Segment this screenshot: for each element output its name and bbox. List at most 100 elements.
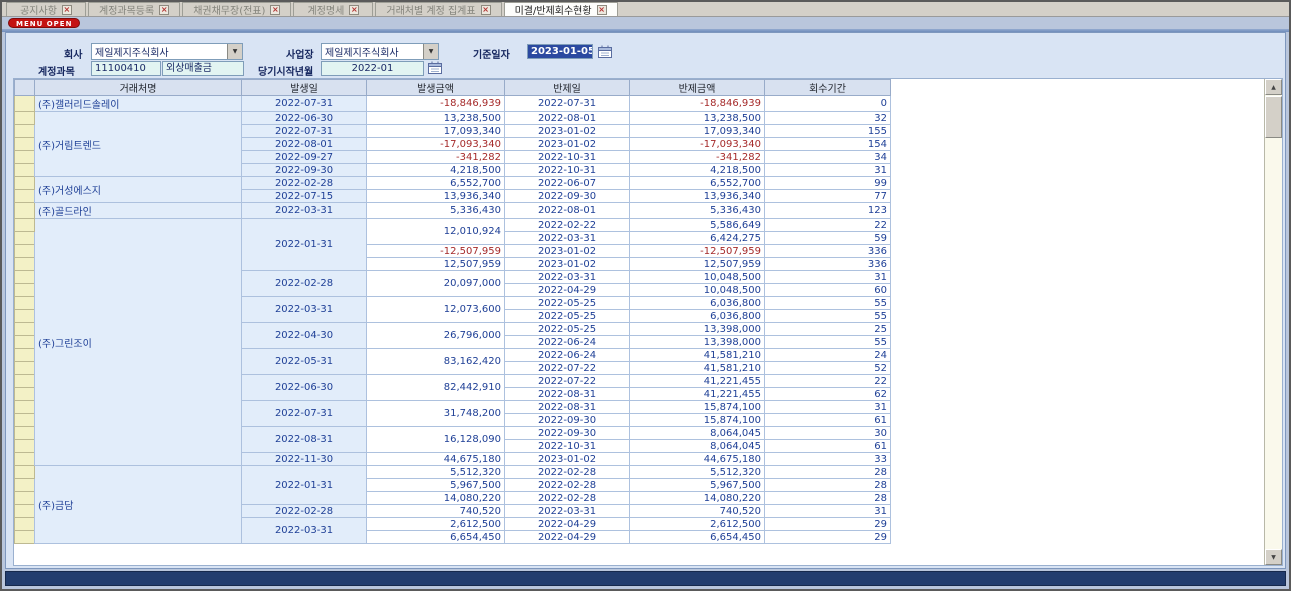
repay-date-cell[interactable]: 2022-06-24: [505, 336, 630, 349]
repay-amount-cell[interactable]: 6,036,800: [630, 310, 765, 323]
period-cell[interactable]: 31: [765, 164, 891, 177]
chevron-down-icon[interactable]: ▼: [227, 44, 242, 59]
tab-close-icon[interactable]: ×: [597, 5, 607, 15]
row-selector[interactable]: [15, 375, 35, 388]
row-selector[interactable]: [15, 177, 35, 190]
period-cell[interactable]: 31: [765, 401, 891, 414]
occur-date-cell[interactable]: 2022-09-30: [242, 164, 367, 177]
row-selector[interactable]: [15, 492, 35, 505]
occur-amount-cell[interactable]: -17,093,340: [367, 138, 505, 151]
period-cell[interactable]: 24: [765, 349, 891, 362]
repay-amount-cell[interactable]: 740,520: [630, 505, 765, 518]
row-selector[interactable]: [15, 190, 35, 203]
column-header[interactable]: 반제금액: [630, 80, 765, 96]
occur-amount-cell[interactable]: 12,073,600: [367, 297, 505, 323]
tab-공지사항[interactable]: 공지사항×: [6, 2, 86, 16]
vertical-scrollbar[interactable]: ▲ ▼: [1264, 79, 1282, 565]
period-cell[interactable]: 34: [765, 151, 891, 164]
row-selector[interactable]: [15, 505, 35, 518]
occur-amount-cell[interactable]: 20,097,000: [367, 271, 505, 297]
row-selector[interactable]: [15, 466, 35, 479]
occur-date-cell[interactable]: 2022-03-31: [242, 203, 367, 219]
period-cell[interactable]: 55: [765, 297, 891, 310]
row-selector[interactable]: [15, 297, 35, 310]
period-cell[interactable]: 336: [765, 245, 891, 258]
repay-amount-cell[interactable]: -17,093,340: [630, 138, 765, 151]
repay-amount-cell[interactable]: 10,048,500: [630, 284, 765, 297]
period-cell[interactable]: 31: [765, 505, 891, 518]
repay-date-cell[interactable]: 2022-09-30: [505, 414, 630, 427]
occur-date-cell[interactable]: 2022-07-31: [242, 96, 367, 112]
repay-amount-cell[interactable]: 41,581,210: [630, 362, 765, 375]
period-cell[interactable]: 62: [765, 388, 891, 401]
column-header[interactable]: 거래처명: [35, 80, 242, 96]
occur-amount-cell[interactable]: 13,936,340: [367, 190, 505, 203]
repay-amount-cell[interactable]: 44,675,180: [630, 453, 765, 466]
occur-amount-cell[interactable]: 17,093,340: [367, 125, 505, 138]
period-cell[interactable]: 25: [765, 323, 891, 336]
row-selector[interactable]: [15, 219, 35, 232]
repay-date-cell[interactable]: 2022-03-31: [505, 505, 630, 518]
calendar-icon[interactable]: [598, 45, 612, 58]
repay-date-cell[interactable]: 2023-01-02: [505, 453, 630, 466]
row-selector[interactable]: [15, 245, 35, 258]
row-selector[interactable]: [15, 453, 35, 466]
period-cell[interactable]: 336: [765, 258, 891, 271]
menu-open-button[interactable]: MENU OPEN: [8, 18, 80, 28]
repay-amount-cell[interactable]: 13,398,000: [630, 336, 765, 349]
period-cell[interactable]: 29: [765, 531, 891, 544]
repay-date-cell[interactable]: 2022-06-07: [505, 177, 630, 190]
tab-채권채무장(전표)[interactable]: 채권채무장(전표)×: [182, 2, 291, 16]
occur-date-cell[interactable]: 2022-06-30: [242, 112, 367, 125]
repay-date-cell[interactable]: 2022-02-22: [505, 219, 630, 232]
period-cell[interactable]: 28: [765, 492, 891, 505]
scroll-up-icon[interactable]: ▲: [1265, 79, 1282, 95]
tab-계정명세[interactable]: 계정명세×: [293, 2, 373, 16]
row-selector[interactable]: [15, 414, 35, 427]
period-cell[interactable]: 52: [765, 362, 891, 375]
row-selector[interactable]: [15, 125, 35, 138]
repay-amount-cell[interactable]: 8,064,045: [630, 427, 765, 440]
repay-date-cell[interactable]: 2022-10-31: [505, 164, 630, 177]
customer-name-cell[interactable]: (주)그린조이: [35, 219, 242, 466]
start-month-input[interactable]: 2022-01: [321, 61, 424, 76]
repay-date-cell[interactable]: 2022-04-29: [505, 531, 630, 544]
repay-date-cell[interactable]: 2022-07-31: [505, 96, 630, 112]
period-cell[interactable]: 28: [765, 466, 891, 479]
occur-amount-cell[interactable]: 740,520: [367, 505, 505, 518]
period-cell[interactable]: 123: [765, 203, 891, 219]
occur-date-cell[interactable]: 2022-04-30: [242, 323, 367, 349]
repay-date-cell[interactable]: 2023-01-02: [505, 258, 630, 271]
repay-amount-cell[interactable]: 2,612,500: [630, 518, 765, 531]
period-cell[interactable]: 55: [765, 310, 891, 323]
row-selector[interactable]: [15, 518, 35, 531]
repay-date-cell[interactable]: 2022-05-25: [505, 310, 630, 323]
customer-name-cell[interactable]: (주)금담: [35, 466, 242, 544]
row-selector[interactable]: [15, 284, 35, 297]
repay-date-cell[interactable]: 2022-02-28: [505, 492, 630, 505]
occur-amount-cell[interactable]: 26,796,000: [367, 323, 505, 349]
tab-close-icon[interactable]: ×: [349, 5, 359, 15]
repay-amount-cell[interactable]: -18,846,939: [630, 96, 765, 112]
repay-amount-cell[interactable]: 6,036,800: [630, 297, 765, 310]
occur-date-cell[interactable]: 2022-03-31: [242, 518, 367, 544]
repay-amount-cell[interactable]: 5,967,500: [630, 479, 765, 492]
occur-date-cell[interactable]: 2022-03-31: [242, 297, 367, 323]
repay-date-cell[interactable]: 2022-03-31: [505, 271, 630, 284]
calendar-icon[interactable]: [428, 61, 442, 74]
occur-amount-cell[interactable]: 16,128,090: [367, 427, 505, 453]
repay-amount-cell[interactable]: -12,507,959: [630, 245, 765, 258]
period-cell[interactable]: 22: [765, 219, 891, 232]
repay-date-cell[interactable]: 2022-07-22: [505, 375, 630, 388]
row-selector[interactable]: [15, 138, 35, 151]
period-cell[interactable]: 55: [765, 336, 891, 349]
repay-amount-cell[interactable]: 6,424,275: [630, 232, 765, 245]
row-selector[interactable]: [15, 323, 35, 336]
period-cell[interactable]: 99: [765, 177, 891, 190]
row-selector[interactable]: [15, 112, 35, 125]
occur-amount-cell[interactable]: 2,612,500: [367, 518, 505, 531]
chevron-down-icon[interactable]: ▼: [423, 44, 438, 59]
repay-amount-cell[interactable]: 13,398,000: [630, 323, 765, 336]
repay-amount-cell[interactable]: 13,238,500: [630, 112, 765, 125]
repay-date-cell[interactable]: 2022-05-25: [505, 297, 630, 310]
